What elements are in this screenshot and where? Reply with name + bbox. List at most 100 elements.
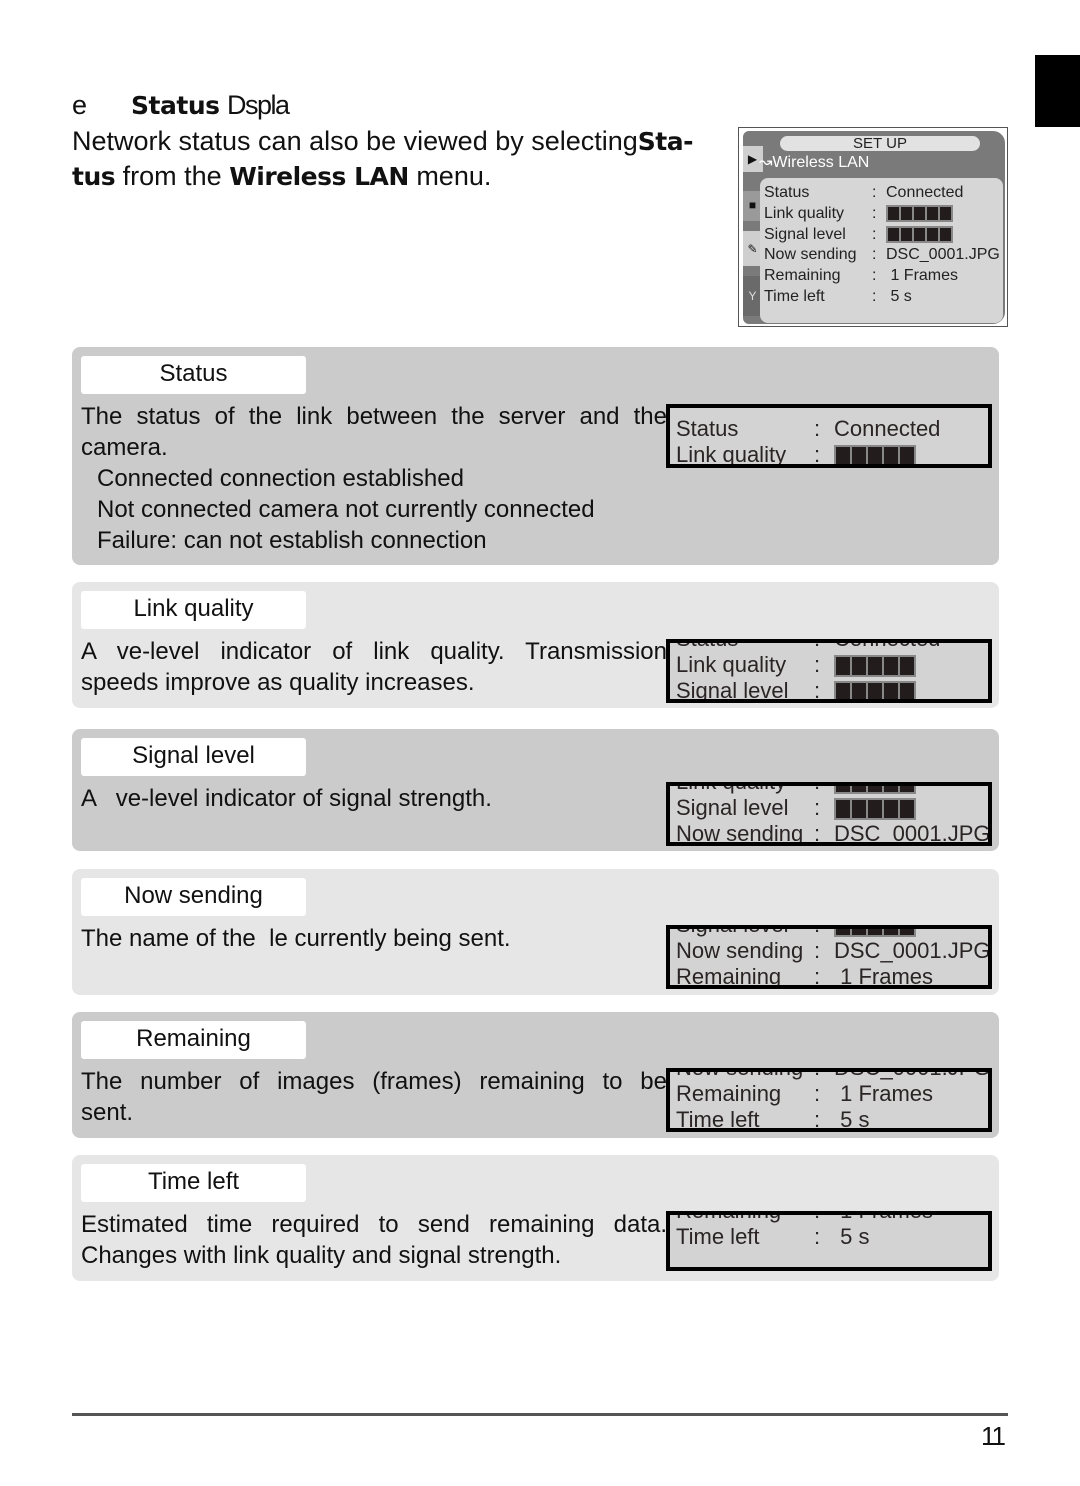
lcd-excerpt: Link quality:Signal level:Now sending:DS… bbox=[666, 782, 992, 846]
row-label: Remaining bbox=[764, 267, 841, 285]
lcd-row-colon: : bbox=[814, 678, 821, 703]
camera-screen-illustration: ▶ ■ ✎ Y SET UP ↝Wireless LAN Status: Conn… bbox=[738, 127, 1008, 327]
playback-icon: ▶ bbox=[747, 152, 758, 166]
camera-status-row: Remaining: 1 Frames bbox=[764, 266, 958, 286]
status-value-item: Connected connection established bbox=[97, 465, 464, 492]
lcd-row: Status:Connected bbox=[676, 643, 988, 652]
row-colon: : bbox=[872, 204, 877, 222]
lcd-row-colon: : bbox=[814, 1072, 834, 1081]
lcd-row-colon: : bbox=[814, 929, 834, 938]
lcd-row-colon: : bbox=[814, 643, 834, 652]
lcd-row-colon: : bbox=[814, 1107, 821, 1132]
section-label: Now sending bbox=[81, 878, 306, 916]
section-heading: e Status Dspla bbox=[72, 88, 290, 123]
row-colon: : bbox=[872, 267, 877, 285]
level-bar-segment bbox=[884, 786, 898, 793]
section-description: A ve-level indicator of signal strength. bbox=[81, 783, 667, 814]
intro-bold: Sta- bbox=[637, 127, 694, 156]
description-line: Estimated time required to send remainin… bbox=[81, 1211, 667, 1238]
level-bar-segment bbox=[900, 929, 914, 936]
level-bars bbox=[834, 929, 916, 938]
row-colon: : bbox=[872, 225, 877, 243]
level-bars bbox=[834, 445, 916, 464]
level-bar-segment bbox=[836, 657, 850, 676]
status-value-item: Not connected camera not currently conne… bbox=[97, 496, 595, 523]
lcd-row-label: Link quality bbox=[676, 442, 787, 467]
intro-text: from the bbox=[115, 161, 230, 191]
lcd-row: Link quality: bbox=[676, 786, 988, 795]
description-line: The name of the le currently being sent. bbox=[81, 925, 511, 952]
pencil-icon: ✎ bbox=[747, 242, 758, 256]
lcd-row-value: 5 s bbox=[834, 1107, 870, 1132]
lcd-row-colon: : bbox=[814, 786, 834, 795]
section-description: The name of the le currently being sent. bbox=[81, 923, 667, 954]
level-bar-segment bbox=[888, 227, 899, 241]
section-description: A ve-level indicator of link quality. Tr… bbox=[81, 636, 667, 698]
row-label: Link quality bbox=[764, 204, 845, 222]
description-line: camera. bbox=[81, 434, 168, 461]
lcd-row-value: DSC_0001.JPG bbox=[834, 938, 991, 963]
lcd-row-value: 5 s bbox=[834, 1224, 870, 1249]
lcd-row-value: Connected bbox=[834, 643, 940, 651]
level-bars bbox=[834, 681, 916, 699]
lcd-row-colon: : bbox=[814, 821, 821, 846]
row-colon: : bbox=[872, 288, 877, 305]
lcd-row-colon: : bbox=[814, 964, 821, 989]
wrench-icon: Y bbox=[748, 289, 757, 303]
row-value: 1 Frames bbox=[886, 267, 959, 285]
lcd-row-label: Remaining bbox=[676, 964, 782, 989]
camera-status-row: Now sending: DSC_0001.JPG bbox=[764, 245, 1000, 265]
level-bars bbox=[834, 798, 916, 821]
intro-text: menu. bbox=[408, 161, 492, 191]
lcd-row-colon: : bbox=[814, 442, 821, 467]
camera-screen-body: ▶ ■ ✎ Y SET UP ↝Wireless LAN Status: Conn… bbox=[743, 131, 1005, 324]
level-bars bbox=[834, 655, 916, 678]
row-label: Now sending bbox=[764, 246, 857, 264]
row-label: Time left bbox=[764, 288, 825, 305]
section-time-left: Time left Estimated time required to send… bbox=[72, 1155, 999, 1281]
level-bar-segment bbox=[914, 207, 925, 221]
lcd-row-colon: : bbox=[814, 938, 821, 963]
level-bar-segment bbox=[900, 800, 914, 819]
section-now-sending: Now sending The name of the le currently … bbox=[72, 869, 999, 995]
level-bar-segment bbox=[852, 657, 866, 676]
heading-suffix: Dspla bbox=[227, 90, 290, 120]
intro-bold-menu: Wireless LAN bbox=[229, 162, 409, 191]
lcd-row-label: Status bbox=[676, 416, 739, 441]
level-bar-segment bbox=[868, 800, 882, 819]
level-bar-segment bbox=[868, 447, 882, 464]
lcd-row-value: 1 Frames bbox=[834, 1215, 933, 1223]
level-bar-segment bbox=[852, 786, 866, 793]
lcd-excerpt: Now sending:DSC_0001.JPGRemaining: 1 Fra… bbox=[666, 1068, 992, 1132]
camera-menu-label: Wireless LAN bbox=[772, 154, 870, 171]
lcd-row-colon: : bbox=[814, 1081, 821, 1106]
section-description: The number of images (frames) remaining … bbox=[81, 1066, 667, 1128]
level-bars bbox=[886, 225, 953, 243]
level-bar-segment bbox=[884, 683, 898, 699]
lcd-row: Signal level: bbox=[676, 678, 988, 703]
section-label: Time left bbox=[81, 1164, 306, 1202]
intro-paragraph: Network status can also be viewed by sel… bbox=[72, 124, 732, 194]
row-value: Connected bbox=[886, 184, 964, 201]
lcd-row-colon: : bbox=[814, 652, 821, 677]
lcd-row-label: Now sending bbox=[676, 938, 804, 963]
level-bar-segment bbox=[884, 800, 898, 819]
row-label: Signal level bbox=[764, 225, 846, 243]
level-bar-segment bbox=[836, 447, 850, 464]
level-bar-segment bbox=[884, 657, 898, 676]
level-bar-segment bbox=[868, 929, 882, 936]
lcd-row-label: Remaining bbox=[676, 1215, 814, 1224]
description-line: The status of the link between the serve… bbox=[81, 403, 667, 430]
lcd-row-label: Now sending bbox=[676, 1072, 814, 1081]
lcd-row-label: Now sending bbox=[676, 821, 804, 846]
description-line: speeds improve as quality increases. bbox=[81, 669, 475, 696]
page-number: 11 bbox=[981, 1421, 1006, 1451]
camera-status-panel: Status: Connected Link quality: Signal leve… bbox=[760, 178, 1003, 323]
lcd-row-label: Remaining bbox=[676, 1081, 782, 1106]
level-bars bbox=[834, 786, 916, 795]
section-description: The status of the link between the serve… bbox=[81, 401, 667, 556]
lcd-row: Remaining: 1 Frames bbox=[676, 1081, 988, 1107]
lcd-row-label: Signal level bbox=[676, 929, 814, 938]
level-bar-segment bbox=[884, 447, 898, 464]
level-bar-segment bbox=[836, 800, 850, 819]
